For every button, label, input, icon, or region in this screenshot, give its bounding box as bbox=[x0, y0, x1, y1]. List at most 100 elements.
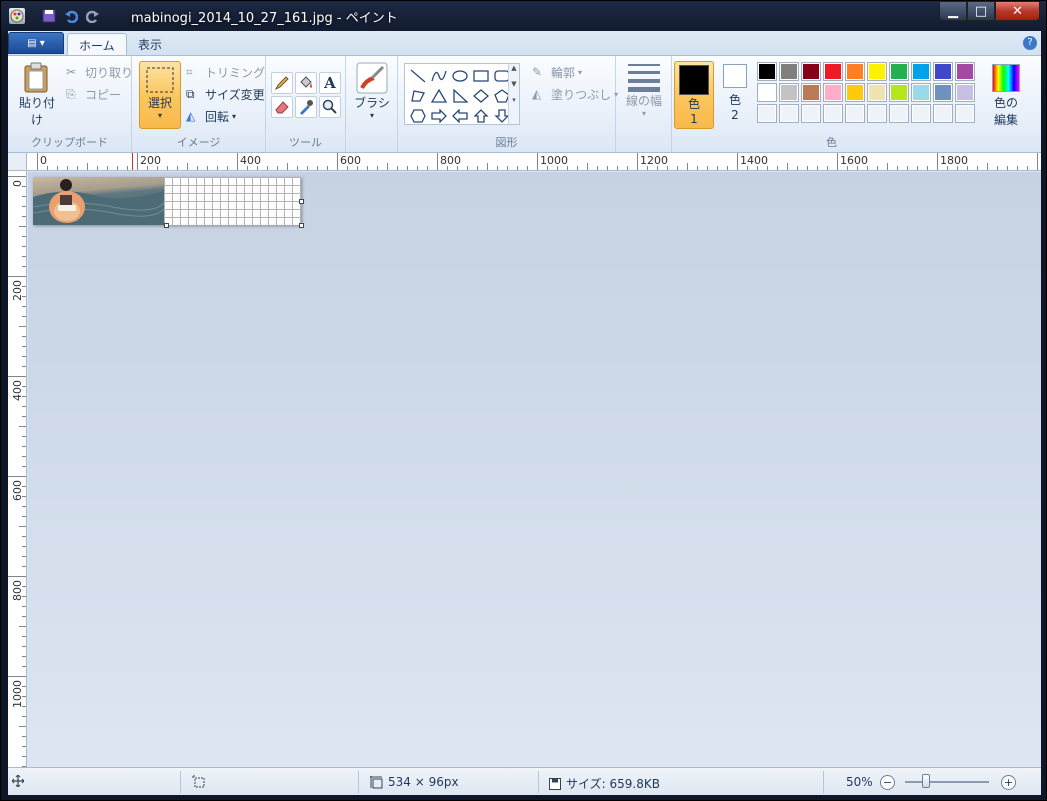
zoom-in-button[interactable]: + bbox=[1001, 775, 1016, 790]
palette-swatch[interactable] bbox=[757, 104, 777, 123]
text-tool-icon[interactable]: A bbox=[319, 72, 341, 94]
canvas-workspace[interactable] bbox=[28, 172, 1041, 767]
resize-handle-corner[interactable] bbox=[299, 223, 304, 228]
up-arrow-shape-icon[interactable] bbox=[471, 106, 491, 125]
right-triangle-shape-icon[interactable] bbox=[450, 86, 470, 105]
line-shape-icon[interactable] bbox=[408, 66, 428, 85]
maximize-button[interactable]: □ bbox=[967, 1, 995, 21]
triangle-shape-icon[interactable] bbox=[429, 86, 449, 105]
ruler-label: 800 bbox=[440, 154, 461, 167]
color1-button[interactable]: 色 1 bbox=[674, 61, 714, 129]
left-arrow-shape-icon[interactable] bbox=[450, 106, 470, 125]
palette-swatch[interactable] bbox=[889, 104, 909, 123]
brushes-dropdown-icon: ▾ bbox=[369, 111, 374, 120]
palette-swatch[interactable] bbox=[801, 62, 821, 81]
app-menu-button[interactable]: ▤ ▾ bbox=[8, 32, 64, 54]
palette-swatch[interactable] bbox=[933, 62, 953, 81]
polygon-shape-icon[interactable] bbox=[408, 86, 428, 105]
palette-swatch[interactable] bbox=[757, 62, 777, 81]
palette-swatch[interactable] bbox=[933, 104, 953, 123]
palette-swatch[interactable] bbox=[801, 104, 821, 123]
palette-swatch[interactable] bbox=[845, 83, 865, 102]
shapes-group: ▲ ▼ ▾ ✎ 輪郭 ▾ ◭ 塗りつぶし ▾ 図形 bbox=[398, 56, 618, 152]
outline-button[interactable]: ✎ 輪郭 ▾ bbox=[532, 64, 582, 81]
palette-swatch[interactable] bbox=[911, 83, 931, 102]
palette-swatch[interactable] bbox=[911, 62, 931, 81]
ruler-tick bbox=[237, 153, 238, 170]
right-arrow-shape-icon[interactable] bbox=[429, 106, 449, 125]
ruler-tick bbox=[8, 476, 26, 477]
ruler-tick bbox=[517, 166, 518, 170]
edit-colors-button[interactable]: 色の 編集 bbox=[984, 64, 1028, 128]
rectangle-shape-icon[interactable] bbox=[471, 66, 491, 85]
palette-swatch[interactable] bbox=[823, 62, 843, 81]
palette-swatch[interactable] bbox=[779, 62, 799, 81]
paste-button[interactable]: 貼り付け bbox=[14, 62, 60, 128]
save-icon[interactable] bbox=[41, 8, 57, 24]
palette-swatch[interactable] bbox=[955, 62, 975, 81]
image-canvas[interactable] bbox=[33, 177, 304, 228]
copy-button[interactable]: ⎘ コピー bbox=[66, 86, 121, 103]
palette-swatch[interactable] bbox=[889, 62, 909, 81]
cut-button[interactable]: ✂ 切り取り bbox=[66, 64, 133, 81]
minimize-button[interactable]: ▁ bbox=[939, 1, 967, 21]
zoom-slider-thumb[interactable] bbox=[922, 774, 930, 788]
palette-swatch[interactable] bbox=[955, 104, 975, 123]
pencil-icon[interactable] bbox=[271, 72, 293, 94]
palette-swatch-fill bbox=[935, 64, 951, 79]
ruler-tick bbox=[787, 163, 788, 170]
palette-swatch[interactable] bbox=[845, 62, 865, 81]
palette-swatch[interactable] bbox=[933, 83, 953, 102]
curve-shape-icon[interactable] bbox=[429, 66, 449, 85]
resize-handle-bottom[interactable] bbox=[164, 223, 169, 228]
palette-swatch[interactable] bbox=[779, 104, 799, 123]
palette-swatch[interactable] bbox=[889, 83, 909, 102]
resize-button[interactable]: ⧉ サイズ変更 bbox=[186, 86, 265, 103]
color-picker-icon[interactable] bbox=[295, 96, 317, 118]
diamond-shape-icon[interactable] bbox=[471, 86, 491, 105]
select-button[interactable]: 選択 ▾ bbox=[139, 61, 181, 129]
palette-swatch[interactable] bbox=[867, 83, 887, 102]
close-button[interactable]: ✕ bbox=[995, 1, 1040, 21]
palette-swatch[interactable] bbox=[845, 104, 865, 123]
crop-button[interactable]: ⌗ トリミング bbox=[186, 64, 265, 81]
line-width-button[interactable]: 線の幅 ▾ bbox=[622, 62, 666, 118]
palette-swatch-fill bbox=[913, 64, 929, 79]
paint-app-icon[interactable] bbox=[9, 8, 25, 24]
palette-swatch[interactable] bbox=[955, 83, 975, 102]
zoom-out-button[interactable]: − bbox=[880, 775, 895, 790]
color2-button[interactable]: 色 2 bbox=[720, 64, 750, 122]
hexagon-shape-icon[interactable] bbox=[408, 106, 428, 125]
rotate-label: 回転 bbox=[205, 110, 230, 124]
palette-swatch[interactable] bbox=[911, 104, 931, 123]
help-icon[interactable]: ? bbox=[1023, 36, 1037, 50]
palette-swatch[interactable] bbox=[867, 104, 887, 123]
palette-swatch[interactable] bbox=[779, 83, 799, 102]
rotate-button[interactable]: ◭ 回転 ▾ bbox=[186, 108, 236, 125]
tab-home[interactable]: ホーム bbox=[67, 33, 127, 55]
palette-swatch[interactable] bbox=[823, 104, 843, 123]
ruler-tick bbox=[1007, 166, 1008, 170]
palette-swatch[interactable] bbox=[801, 83, 821, 102]
oval-shape-icon[interactable] bbox=[450, 66, 470, 85]
fill-bucket-icon[interactable] bbox=[295, 72, 317, 94]
palette-swatch-fill bbox=[781, 106, 797, 121]
tab-view[interactable]: 表示 bbox=[127, 33, 173, 55]
redo-icon[interactable] bbox=[85, 8, 101, 24]
magnifier-icon[interactable] bbox=[319, 96, 341, 118]
ruler-tick bbox=[22, 716, 26, 717]
ruler-tick bbox=[597, 166, 598, 170]
resize-handle-right[interactable] bbox=[299, 199, 304, 204]
shapes-scrollbar[interactable]: ▲ ▼ ▾ bbox=[508, 64, 519, 124]
zoom-slider-track[interactable] bbox=[905, 781, 989, 783]
palette-swatch[interactable] bbox=[757, 83, 777, 102]
palette-swatch[interactable] bbox=[823, 83, 843, 102]
brushes-button[interactable]: ブラシ ▾ bbox=[354, 62, 390, 120]
undo-icon[interactable] bbox=[63, 8, 79, 24]
palette-swatch[interactable] bbox=[867, 62, 887, 81]
ruler-tick bbox=[627, 166, 628, 170]
ruler-tick bbox=[22, 546, 26, 547]
eraser-icon[interactable] bbox=[271, 96, 293, 118]
palette-swatch-fill bbox=[803, 85, 819, 100]
fill-button[interactable]: ◭ 塗りつぶし ▾ bbox=[532, 86, 618, 103]
